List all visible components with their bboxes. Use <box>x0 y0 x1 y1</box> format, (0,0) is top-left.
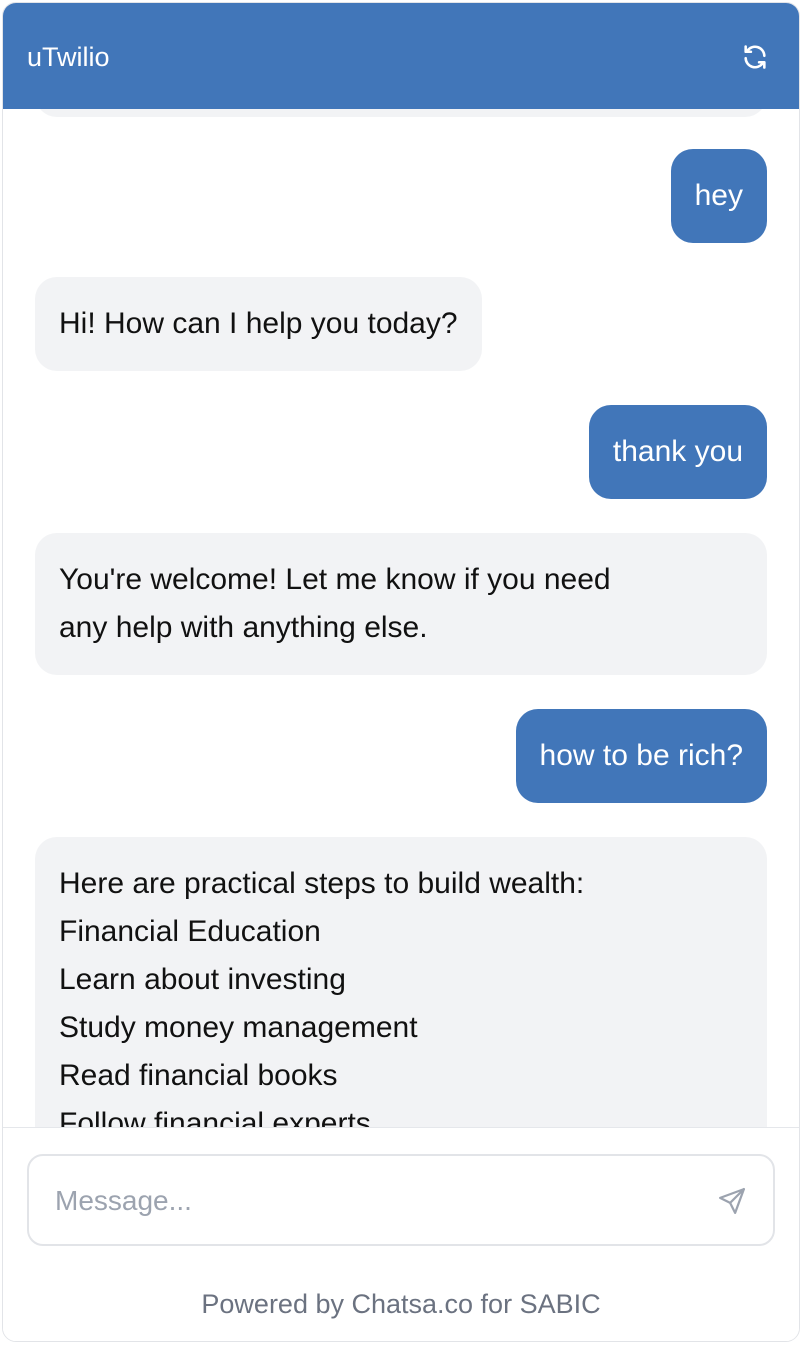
user-message: hey <box>670 149 767 243</box>
message-line: Here are practical steps to build wealth… <box>59 867 585 900</box>
bot-message: Here are practical steps to build wealth… <box>35 837 767 1127</box>
chat-header: uTwilio <box>3 3 799 109</box>
message-line: You're welcome! Let me know if you need <box>59 563 611 596</box>
powered-by-footer: Powered by Chatsa.co for SABIC <box>201 1289 601 1319</box>
message-input[interactable] <box>53 1178 677 1224</box>
message-line: any help with anything else. <box>59 611 428 644</box>
message-line: Read financial books <box>59 1059 338 1092</box>
composer-area: Powered by Chatsa.co for SABIC <box>3 1127 799 1341</box>
user-message: how to be rich? <box>515 709 767 803</box>
refresh-icon <box>744 45 766 69</box>
bot-message: You're welcome! Let me know if you need … <box>35 533 767 675</box>
message-line: Learn about investing <box>59 963 346 996</box>
send-button[interactable] <box>715 1184 749 1218</box>
chat-title: uTwilio <box>27 42 110 72</box>
message-line: Study money management <box>59 1011 418 1044</box>
message-line: Financial Education <box>59 915 321 948</box>
refresh-button[interactable] <box>739 41 771 73</box>
bot-message: Hi! How can I help you today? <box>35 277 482 371</box>
previous-bot-message <box>35 109 767 117</box>
chat-widget: uTwilio hey Hi! How can I help you today… <box>2 2 800 1342</box>
message-list[interactable]: hey Hi! How can I help you today? thank … <box>3 109 799 1127</box>
message-line: Follow financial experts <box>59 1107 371 1127</box>
user-message: thank you <box>588 405 767 499</box>
send-icon <box>719 1188 745 1214</box>
message-input-box <box>27 1154 775 1246</box>
